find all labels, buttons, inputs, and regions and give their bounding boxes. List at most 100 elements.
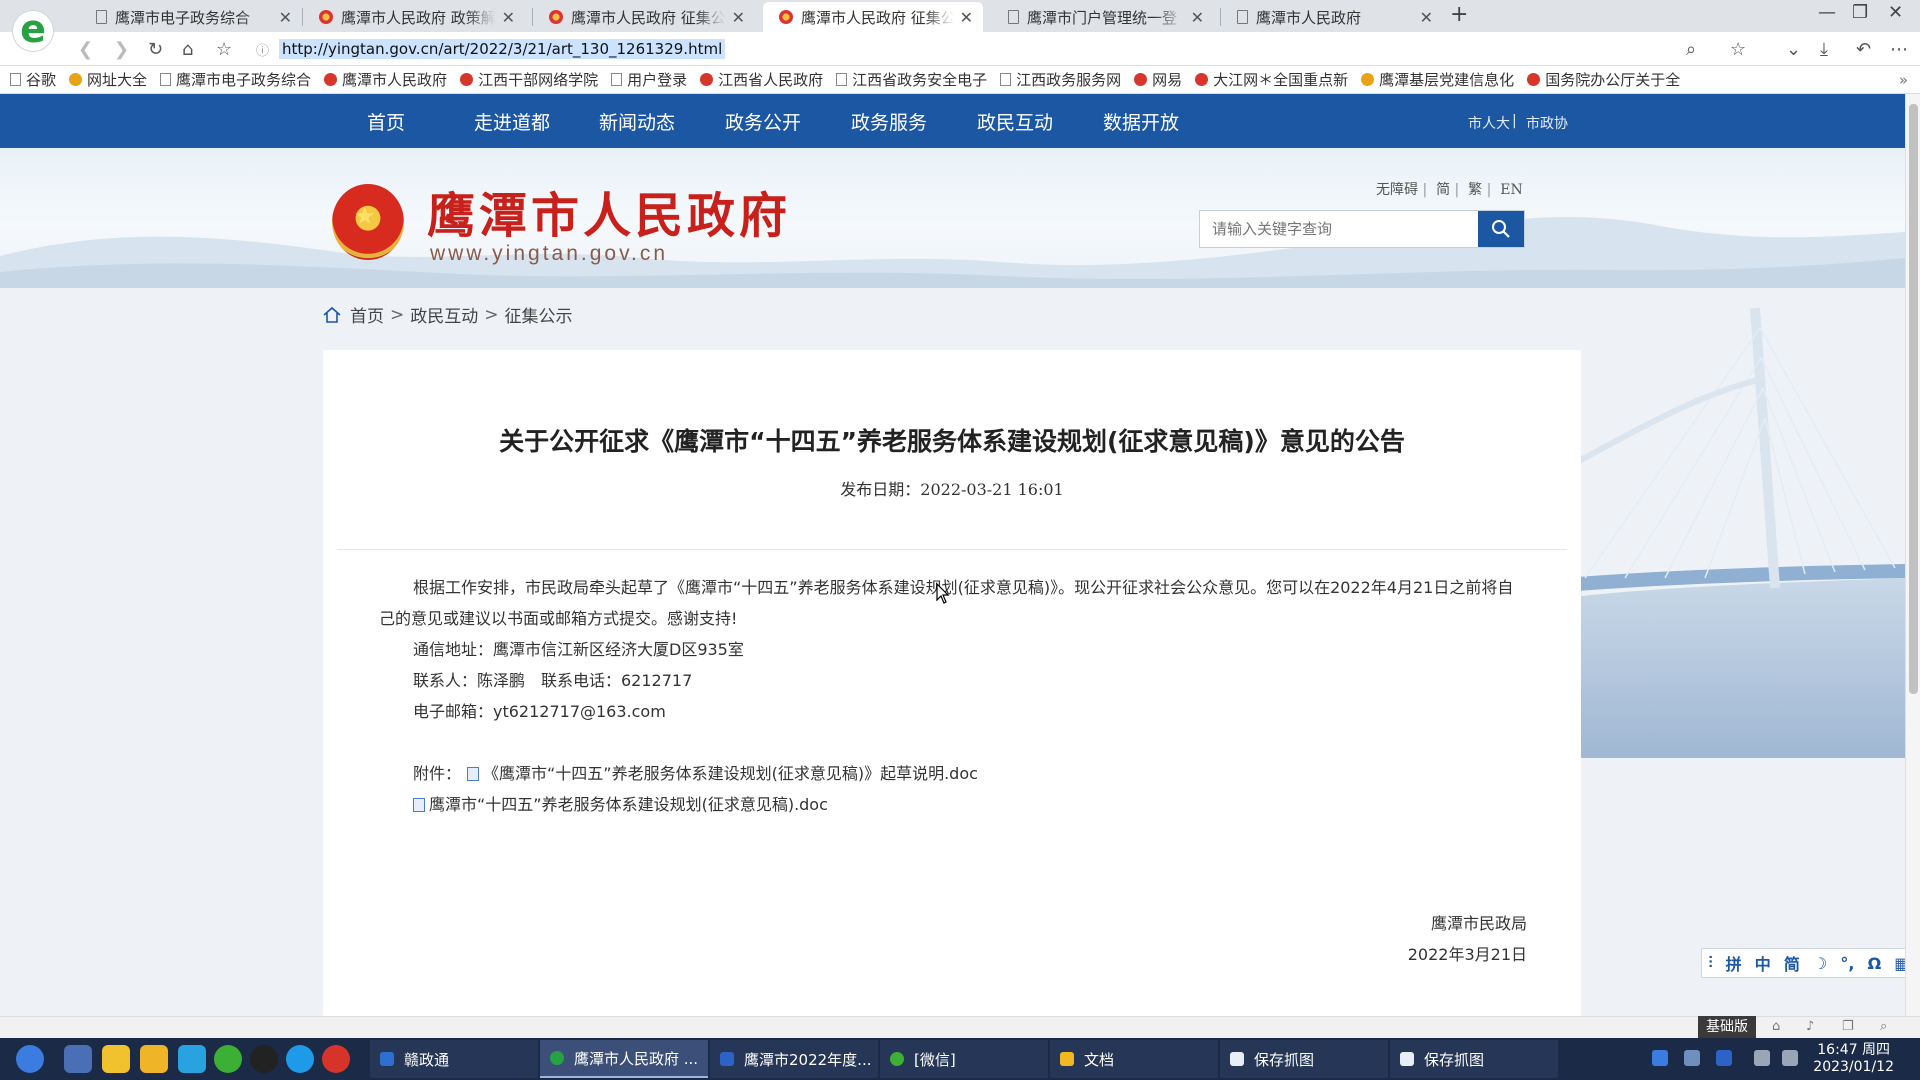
close-tab-icon[interactable]: ✕ [960, 8, 973, 27]
taskbar-window-5[interactable]: 文档 [1050, 1040, 1218, 1078]
link-traditional[interactable]: 繁 [1468, 182, 1482, 198]
tab-3[interactable]: 鹰潭市人民政府 征集公 ✕ [533, 2, 755, 32]
bookmark-item[interactable]: 江西干部网络学院 [460, 69, 598, 90]
punctuation-icon[interactable]: °, [1840, 954, 1854, 973]
tab-1[interactable]: 鹰潭市电子政务综合 ✕ [80, 2, 302, 32]
tray-network-icon[interactable] [1652, 1050, 1668, 1066]
taskbar-window-7[interactable]: 保存抓图 [1390, 1040, 1558, 1078]
bookmark-item[interactable]: 大江网＊全国重点新 [1195, 69, 1348, 90]
ime-chinese[interactable]: 中 [1755, 951, 1771, 975]
site-title[interactable]: 鹰潭市人民政府 [427, 176, 791, 246]
close-tab-icon[interactable]: ✕ [279, 8, 292, 27]
home-icon[interactable]: ⌂ [182, 39, 193, 60]
chevron-down-icon[interactable]: ⌄ [1786, 39, 1801, 60]
nav-congress[interactable]: 市人大 [1468, 113, 1510, 133]
moon-icon[interactable]: ☽ [1813, 954, 1827, 973]
url-text[interactable]: http://yingtan.gov.cn/art/2022/3/21/art_… [279, 39, 726, 59]
nav-about[interactable]: 走进道都 [474, 108, 550, 135]
bookmark-item[interactable]: 国务院办公厅关于全 [1527, 69, 1680, 90]
attachment-link-1[interactable]: 《鹰潭市“十四五”养老服务体系建设规划(征求意见稿)》起草说明.doc [483, 764, 978, 783]
wechat-icon[interactable] [214, 1045, 242, 1073]
window-icon[interactable]: ❐ [1842, 1019, 1854, 1034]
tray-display-icon[interactable] [1782, 1050, 1798, 1066]
taskbar-window-2[interactable]: 鹰潭市人民政府 ... [540, 1040, 708, 1078]
bookmark-item[interactable]: 鹰潭基层党建信息化 [1361, 69, 1514, 90]
new-tab-icon[interactable]: + [1450, 2, 1468, 27]
basic-mode-badge[interactable]: 基础版 [1698, 1016, 1756, 1038]
search-button[interactable] [1478, 211, 1524, 247]
taskbar-window-6[interactable]: 保存抓图 [1220, 1040, 1388, 1078]
info-icon[interactable]: ⓘ [256, 40, 269, 59]
bookmark-item[interactable]: 网易 [1134, 69, 1182, 90]
link-accessibility[interactable]: 无障碍 [1376, 182, 1418, 198]
more-bookmarks-icon[interactable]: » [1899, 71, 1908, 89]
home-icon[interactable] [322, 305, 342, 325]
nav-open-data[interactable]: 数据开放 [1103, 108, 1179, 135]
tab-4-active[interactable]: 鹰潭市人民政府 征集公 ✕ [763, 2, 983, 32]
voice-icon[interactable]: ⫶ [1709, 953, 1713, 973]
tray-cloud-icon[interactable] [1684, 1050, 1700, 1066]
nav-home[interactable]: 首页 [367, 108, 405, 135]
nav-news[interactable]: 新闻动态 [599, 108, 675, 135]
browser-icon[interactable] [286, 1045, 314, 1073]
vertical-scrollbar[interactable] [1905, 94, 1920, 1016]
bookmark-item[interactable]: 鹰潭市人民政府 [324, 69, 447, 90]
close-tab-icon[interactable]: ✕ [1191, 8, 1204, 27]
tab-6[interactable]: 鹰潭市人民政府 ✕ [1221, 2, 1443, 32]
desktop-icon[interactable] [178, 1045, 206, 1073]
url-input[interactable]: ⓘ http://yingtan.gov.cn/art/2022/3/21/ar… [256, 36, 1696, 62]
scrollbar-thumb[interactable] [1909, 104, 1918, 694]
link-english[interactable]: EN [1500, 182, 1522, 198]
ime-pinyin[interactable]: 拼 [1726, 951, 1742, 975]
breadcrumb-interaction[interactable]: 政民互动 [410, 302, 478, 327]
minimize-icon[interactable]: — [1818, 2, 1836, 23]
reload-icon[interactable]: ↻ [148, 39, 163, 60]
tab-2[interactable]: 鹰潭市人民政府 政策解 ✕ [303, 2, 525, 32]
menu-icon[interactable]: ⋯ [1890, 39, 1908, 60]
close-window-icon[interactable]: ✕ [1888, 2, 1903, 23]
volume-icon[interactable]: ♪ [1806, 1019, 1814, 1034]
app-red-icon[interactable] [322, 1045, 350, 1073]
taskbar-window-4[interactable]: [微信] [880, 1040, 1048, 1078]
status-home-icon[interactable]: ⌂ [1772, 1019, 1780, 1034]
download-icon[interactable]: ⤓ [1820, 39, 1828, 60]
tray-volume-icon[interactable] [1754, 1050, 1770, 1066]
nav-gov-service[interactable]: 政务服务 [851, 108, 927, 135]
app-icon[interactable] [64, 1045, 92, 1073]
browser-logo-icon[interactable]: e [12, 10, 54, 52]
bookmark-item[interactable]: 用户登录 [611, 69, 687, 90]
taskbar-window-3[interactable]: 鹰潭市2022年度... [710, 1040, 878, 1078]
ime-simplified[interactable]: 简 [1784, 951, 1800, 975]
breadcrumb-home[interactable]: 首页 [350, 302, 384, 327]
nav-cppcc[interactable]: 市政协 [1526, 113, 1568, 133]
qq-icon[interactable] [250, 1045, 278, 1073]
bookmark-item[interactable]: 鹰潭市电子政务综合 [160, 69, 311, 90]
undo-icon[interactable]: ↶ [1856, 39, 1871, 60]
tab-5[interactable]: 鹰潭市门户管理统一登 ✕ [992, 2, 1214, 32]
bookmark-item[interactable]: 谷歌 [10, 69, 56, 90]
bookmark-item[interactable]: 江西政务服务网 [1000, 69, 1121, 90]
back-icon[interactable]: ❮ [78, 39, 93, 60]
folder-icon[interactable] [140, 1045, 168, 1073]
tray-shield-icon[interactable] [1716, 1050, 1732, 1066]
clock[interactable]: 16:47 周四 2023/01/12 [1813, 1042, 1894, 1076]
bookmark-item[interactable]: 网址大全 [69, 69, 147, 90]
zoom-search-icon[interactable]: ⌕ [1880, 1019, 1887, 1034]
bookmark-item[interactable]: 江西省人民政府 [700, 69, 823, 90]
close-tab-icon[interactable]: ✕ [1420, 8, 1433, 27]
breadcrumb-current[interactable]: 征集公示 [505, 302, 573, 327]
nav-interaction[interactable]: 政民互动 [977, 108, 1053, 135]
search-input[interactable] [1200, 211, 1478, 247]
favorite-icon[interactable]: ☆ [1730, 39, 1746, 60]
attachment-link-2[interactable]: 鹰潭市“十四五”养老服务体系建设规划(征求意见稿).doc [429, 795, 828, 814]
start-icon[interactable] [16, 1045, 44, 1073]
help-icon[interactable] [102, 1045, 130, 1073]
taskbar-window-1[interactable]: 赣政通 [370, 1040, 538, 1078]
zoom-icon[interactable]: ⌕ [1686, 39, 1696, 60]
forward-icon[interactable]: ❯ [114, 39, 129, 60]
omega-icon[interactable]: Ω [1868, 954, 1882, 973]
bookmark-star-icon[interactable]: ☆ [216, 39, 232, 60]
link-simplified[interactable]: 简 [1436, 182, 1450, 198]
nav-gov-open[interactable]: 政务公开 [725, 108, 801, 135]
bookmark-item[interactable]: 江西省政务安全电子 [836, 69, 987, 90]
